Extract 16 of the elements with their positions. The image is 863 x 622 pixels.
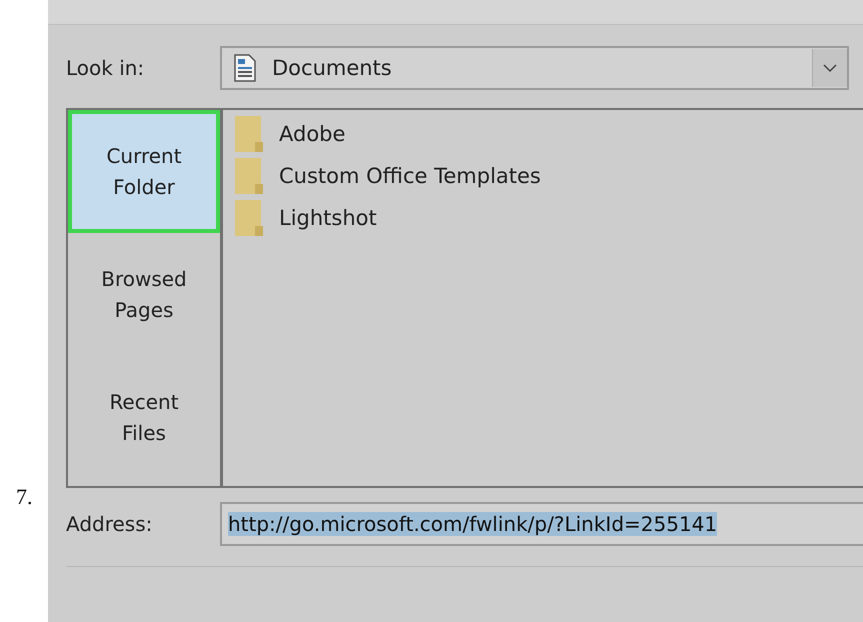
look-in-label: Look in: [66, 56, 146, 80]
places-item[interactable]: Recent Files [68, 356, 220, 479]
folder-name[interactable]: Custom Office Templates [279, 164, 541, 188]
look-in-dropdown[interactable]: Documents [220, 46, 849, 90]
places-item[interactable]: Browsed Pages [68, 233, 220, 356]
folder-icon [235, 158, 263, 194]
folder-name[interactable]: Lightshot [279, 206, 377, 230]
chevron-down-icon [823, 64, 837, 72]
places-item[interactable]: Current Folder [68, 110, 220, 233]
document-icon [234, 54, 256, 82]
folder-icon [235, 200, 263, 236]
step-number: 7. [16, 484, 34, 510]
folder-icon [235, 116, 263, 152]
address-label: Address: [66, 512, 154, 536]
folder-name[interactable]: Adobe [279, 122, 346, 146]
address-field[interactable]: http://go.microsoft.com/fwlink/p/?LinkId=255141 [220, 502, 863, 546]
